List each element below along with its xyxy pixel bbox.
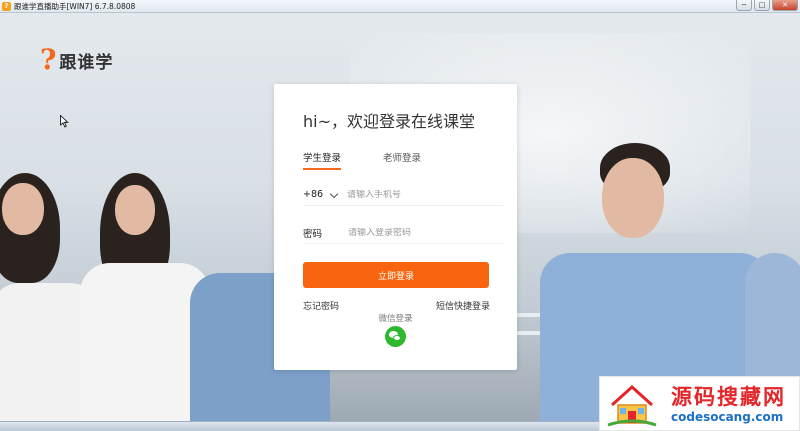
tab-teacher-login[interactable]: 老师登录 (383, 150, 421, 170)
phone-field: +86 (303, 184, 503, 206)
window-titlebar: ? 跟谁学直播助手[WIN7] 6.7.8.0808 − □ ✕ (0, 0, 800, 13)
logo-mark-icon: ? (40, 43, 57, 76)
forgot-password-link[interactable]: 忘记密码 (303, 299, 339, 312)
house-icon (607, 384, 657, 427)
minimize-button[interactable]: − (736, 0, 752, 11)
country-code[interactable]: +86 (303, 189, 323, 200)
password-field: 密码 (303, 222, 503, 244)
watermark-title: 源码搜藏网 (671, 385, 786, 409)
window-controls: − □ ✕ (736, 0, 798, 11)
window-title: 跟谁学直播助手[WIN7] 6.7.8.0808 (14, 1, 136, 11)
mouse-cursor-icon (60, 115, 69, 128)
wechat-login-label: 微信登录 (378, 314, 413, 324)
login-card: hi~，欢迎登录在线课堂 学生登录 老师登录 +86 密码 立即登录 忘记密码 … (274, 84, 517, 370)
watermark-subtitle: codesocang.com (671, 410, 784, 424)
maximize-button[interactable]: □ (754, 0, 770, 11)
app-icon: ? (2, 1, 11, 11)
sms-login-link[interactable]: 短信快捷登录 (436, 299, 490, 312)
login-heading: hi~，欢迎登录在线课堂 (303, 112, 475, 131)
close-button[interactable]: ✕ (772, 0, 798, 11)
taskbar (0, 421, 599, 431)
wechat-icon[interactable] (385, 326, 406, 347)
brand-logo: ? 跟谁学 (40, 43, 114, 76)
login-tabs: 学生登录 老师登录 (303, 150, 463, 170)
watermark-logo: 源码搜藏网 codesocang.com (599, 376, 800, 431)
phone-input[interactable] (347, 189, 497, 200)
logo-text: 跟谁学 (59, 52, 114, 73)
password-label: 密码 (303, 228, 323, 240)
chevron-down-icon[interactable] (329, 190, 339, 200)
password-input[interactable] (348, 227, 498, 238)
tab-student-login[interactable]: 学生登录 (303, 150, 342, 170)
login-button[interactable]: 立即登录 (303, 262, 489, 288)
